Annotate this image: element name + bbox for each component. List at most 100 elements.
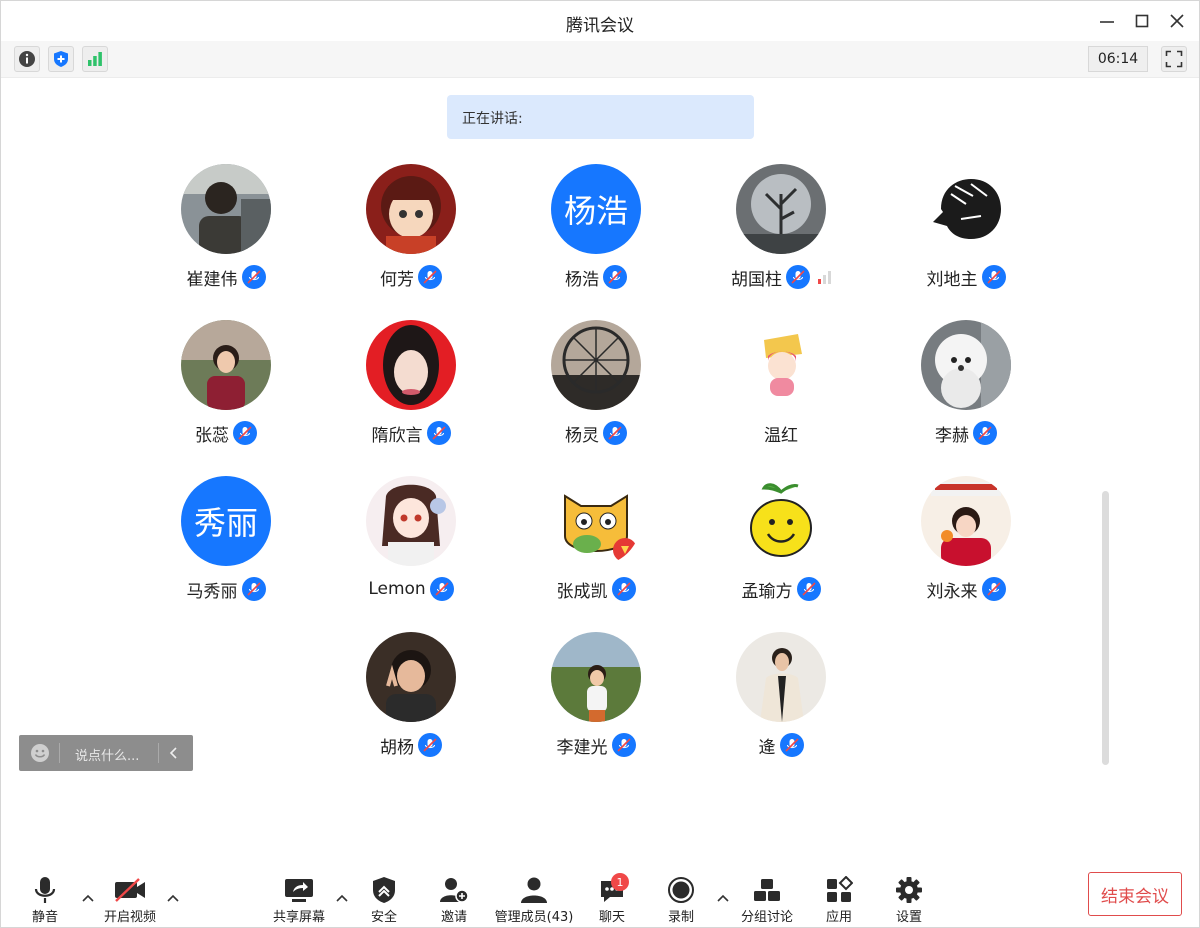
manage-members-label: 管理成员(43) [494,910,574,925]
participant-tile[interactable]: 胡国柱 [701,164,861,290]
divider [59,743,60,763]
chat-label: 聊天 [598,910,625,925]
avatar [181,320,271,410]
maximize-icon[interactable] [1132,11,1152,31]
divider [158,743,159,763]
meeting-toolbar: 静音 开启视频 共享屏幕 安全 邀请 管理成员(43) 1 聊天 录制 分组讨论… [1,863,1199,927]
meeting-timer: 06:14 [1088,46,1148,72]
share-screen-icon [269,875,329,905]
participant-tile[interactable]: 杨灵 [516,320,676,446]
start-video-button[interactable]: 开启视频 [101,875,159,925]
fullscreen-icon[interactable] [1161,46,1187,72]
security-button[interactable]: 安全 [365,875,403,925]
participant-name: 崔建伟 [186,269,238,290]
participant-tile[interactable]: 杨浩 杨浩 [516,164,676,290]
participant-tile[interactable]: 刘地主 [886,164,1046,290]
participant-name: 胡国柱 [731,269,782,290]
end-meeting-button[interactable]: 结束会议 [1088,872,1182,916]
participant-name: 杨浩 [565,269,599,290]
settings-button[interactable]: 设置 [890,875,928,925]
participant-name: 刘永来 [926,581,978,602]
participant-name: 孟瑜方 [741,581,793,602]
avatar [551,632,641,722]
participant-tile[interactable]: 逄 [701,632,861,758]
video-off-icon [101,875,159,905]
avatar [551,476,641,566]
chevron-up-icon[interactable] [335,891,349,905]
mic-muted-icon [603,265,627,289]
record-button[interactable]: 录制 [662,875,700,925]
breakout-rooms-label: 分组讨论 [740,910,793,925]
window-title: 腾讯会议 [566,16,634,36]
participant-tile[interactable]: 隋欣言 [331,320,491,446]
breakout-icon [737,875,797,905]
avatar [736,320,826,410]
record-icon [662,875,700,905]
avatar [366,476,456,566]
breakout-rooms-button[interactable]: 分组讨论 [737,875,797,925]
invite-label: 邀请 [440,910,467,925]
network-signal-icon[interactable] [82,46,108,72]
members-icon [493,875,575,905]
manage-members-button[interactable]: 管理成员(43) [493,875,575,925]
chat-bubble-icon: 1 [593,873,631,905]
mic-muted-icon [973,421,997,445]
participant-scrollbar[interactable] [1102,491,1109,765]
mic-muted-icon [796,577,821,601]
participant-tile[interactable]: 李建光 [516,632,676,758]
emoji-icon[interactable] [30,743,50,767]
participant-tile[interactable]: 秀丽 马秀丽 [146,476,306,602]
mute-label: 静音 [31,910,58,925]
participant-tile[interactable]: 张蕊 [146,320,306,446]
mic-muted-icon [418,733,442,757]
microphone-icon [25,875,65,905]
participant-name: 张蕊 [195,425,229,446]
chevron-up-icon[interactable] [716,891,730,905]
chevron-up-icon[interactable] [81,891,95,905]
chat-input[interactable]: 说点什么... [75,745,139,764]
participant-name: 逄 [758,737,776,758]
mic-muted-icon [418,265,442,289]
mic-muted-icon [786,265,810,289]
participant-tile[interactable]: 胡杨 [331,632,491,758]
participant-tile[interactable]: 张成凯 [516,476,676,602]
mic-muted-icon [233,421,257,445]
mic-muted-icon [779,733,804,757]
share-screen-button[interactable]: 共享屏幕 [269,875,329,925]
participant-tile[interactable]: 李赫 [886,320,1046,446]
minimize-icon[interactable] [1097,11,1117,31]
info-bar: 06:14 [1,41,1199,78]
mic-muted-icon [611,577,636,601]
unread-badge: 1 [611,873,629,891]
participant-name: 张成凯 [556,581,608,602]
collapse-chevron-icon[interactable] [167,745,181,765]
participant-tile[interactable]: 崔建伟 [146,164,306,290]
shield-icon [365,875,403,905]
avatar [366,320,456,410]
avatar [736,164,826,254]
add-user-icon [435,875,473,905]
participant-name: 何芳 [380,269,414,290]
chevron-up-icon[interactable] [166,891,180,905]
participant-tile[interactable]: 刘永来 [886,476,1046,602]
participant-tile[interactable]: 温红 [701,320,861,446]
participant-tile[interactable]: 何芳 [331,164,491,290]
gear-icon [890,875,928,905]
avatar [551,320,641,410]
chat-button[interactable]: 1 聊天 [593,873,631,925]
info-icon[interactable] [14,46,40,72]
mute-button[interactable]: 静音 [25,875,65,925]
invite-button[interactable]: 邀请 [435,875,473,925]
participant-tile[interactable]: 孟瑜方 [701,476,861,602]
mic-muted-icon [981,265,1006,289]
participant-tile[interactable]: Lemon [331,476,491,602]
apps-button[interactable]: 应用 [820,875,858,925]
avatar [736,632,826,722]
chat-quick-box[interactable]: 说点什么... [19,735,193,771]
title-bar: 腾讯会议 [1,1,1199,41]
start-video-label: 开启视频 [103,910,156,925]
participant-name: 温红 [764,425,798,446]
close-icon[interactable] [1167,11,1187,31]
participant-name: 李建光 [556,737,608,758]
shield-icon[interactable] [48,46,74,72]
